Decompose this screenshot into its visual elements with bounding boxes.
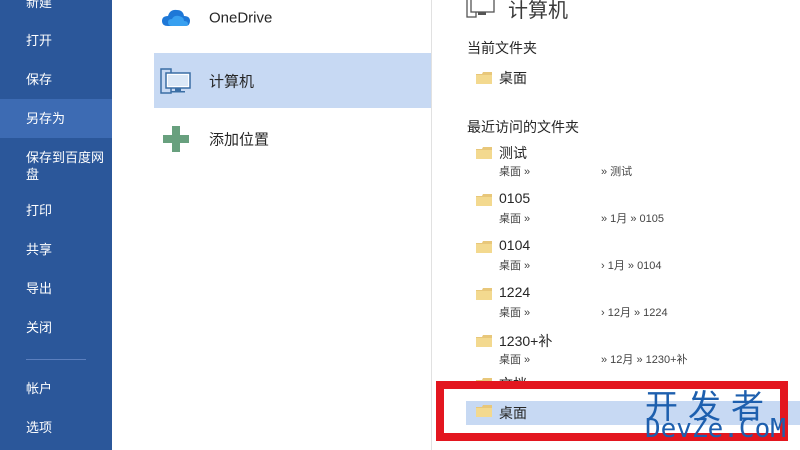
folder-icon: [476, 72, 492, 84]
folder-icon: [476, 147, 492, 159]
folder-path-start: 桌面 »: [499, 307, 531, 319]
nav-item-print[interactable]: 打印: [0, 202, 112, 219]
nav-item-save-as[interactable]: 另存为: [0, 99, 112, 138]
recent-folder-item[interactable]: 0104 桌面 » › 1月 » 0104: [466, 237, 800, 277]
location-add-place[interactable]: 添加位置: [154, 111, 431, 166]
pane-title: 计算机: [508, 0, 568, 22]
nav-divider: [26, 359, 86, 360]
recent-folder-item[interactable]: 1230+补 桌面 » » 12月 » 1230+补: [466, 331, 800, 371]
folder-path-end: » 12月 » 1230+补: [601, 354, 688, 366]
location-label: 计算机: [209, 73, 255, 90]
nav-item-export[interactable]: 导出: [0, 280, 112, 297]
cloud-icon: [162, 9, 190, 26]
nav-item-open[interactable]: 打开: [0, 32, 112, 49]
nav-item-options[interactable]: 选项: [0, 419, 112, 436]
location-label: OneDrive: [209, 9, 273, 26]
watermark-latin: DevZe.CoM: [645, 414, 786, 444]
folder-icon: [476, 194, 492, 206]
folder-path-start: 桌面 »: [499, 213, 531, 225]
folder-name: 桌面: [499, 70, 527, 86]
folder-name: 1224: [499, 284, 531, 300]
location-computer[interactable]: 计算机: [154, 53, 431, 108]
recent-folder-item[interactable]: 0105 桌面 » » 1月 » 0105: [466, 190, 800, 230]
folder-icon: [476, 241, 492, 253]
folder-path-end: » 测试: [601, 166, 633, 178]
location-label: 添加位置: [209, 131, 270, 148]
folder-name: 测试: [499, 145, 527, 161]
folder-path-start: 桌面 »: [499, 166, 531, 178]
location-onedrive[interactable]: OneDrive: [154, 0, 431, 45]
backstage-nav: 新建 打开 保存 另存为 保存到百度网盘 打印 共享 导出 关闭 帐户 选项: [0, 0, 112, 450]
nav-item-close[interactable]: 关闭: [0, 319, 112, 336]
folder-name: 0104: [499, 237, 531, 253]
current-folder-heading: 当前文件夹: [467, 40, 537, 56]
folder-name: 1230+补: [499, 333, 553, 349]
plus-icon: [163, 125, 189, 152]
folder-path-end: › 12月 » 1224: [601, 307, 668, 319]
folder-name: 0105: [499, 190, 531, 206]
current-folder-item[interactable]: 桌面: [466, 68, 800, 90]
folder-path-end: » 1月 » 0105: [601, 213, 664, 225]
nav-item-account[interactable]: 帐户: [0, 380, 112, 397]
folder-path-start: 桌面 »: [499, 354, 531, 366]
recent-folder-item[interactable]: 1224 桌面 » › 12月 » 1224: [466, 284, 800, 324]
folder-path-end: › 1月 » 0104: [601, 260, 662, 272]
nav-item-save[interactable]: 保存: [0, 71, 112, 88]
nav-item-save-to-baidu[interactable]: 保存到百度网盘: [0, 149, 104, 183]
computer-icon: [466, 0, 495, 18]
recent-folders-heading: 最近访问的文件夹: [467, 119, 579, 135]
save-locations: OneDrive 计算机 添加位置: [112, 0, 432, 450]
folder-path-start: 桌面 »: [499, 260, 531, 272]
watermark: 开发者 DevZe.CoM: [641, 380, 800, 446]
folder-icon: [476, 288, 492, 300]
nav-item-share[interactable]: 共享: [0, 241, 112, 258]
recent-folder-item[interactable]: 测试 桌面 » » 测试: [466, 143, 800, 183]
nav-item-new[interactable]: 新建: [0, 0, 112, 11]
folder-icon: [476, 335, 492, 347]
computer-icon: [160, 67, 191, 94]
